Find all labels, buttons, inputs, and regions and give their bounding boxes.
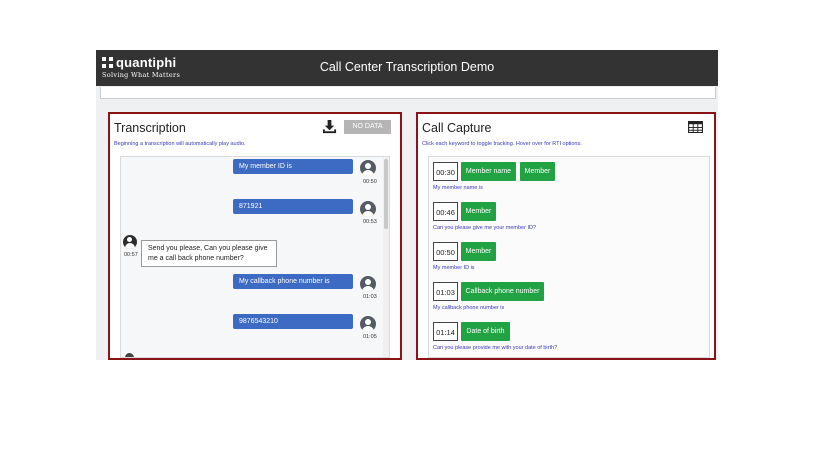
- capture-text: Can you please provide me with your date…: [433, 345, 558, 351]
- agent-message: My callback phone number is: [233, 274, 353, 289]
- capture-time[interactable]: 00:30: [433, 162, 458, 181]
- transcript-list[interactable]: My member ID is 00:50 871921 00:53 00:57…: [120, 156, 390, 358]
- capture-text: My member name is: [433, 185, 483, 191]
- top-header: quantiphi Solving What Matters Call Cent…: [96, 50, 718, 86]
- capture-time[interactable]: 01:03: [433, 282, 458, 301]
- message-time: 00:50: [363, 179, 377, 185]
- transcript-scrollbar[interactable]: [383, 157, 389, 357]
- user-avatar-icon: [123, 235, 137, 249]
- call-capture-heading: Call Capture: [422, 121, 492, 135]
- message-time: 00:53: [363, 219, 377, 225]
- capture-time[interactable]: 00:46: [433, 202, 458, 221]
- transcription-panel: Transcription Beginning a transcription …: [108, 112, 402, 360]
- capture-text: Can you please give me your member ID?: [433, 225, 537, 231]
- call-capture-subtitle: Click each keyword to toggle tracking. H…: [422, 141, 582, 147]
- table-grid-icon[interactable]: [688, 121, 703, 133]
- capture-time[interactable]: 00:50: [433, 242, 458, 261]
- no-data-button[interactable]: NO DATA: [344, 120, 391, 134]
- page-title: Call Center Transcription Demo: [319, 60, 495, 74]
- transcription-heading: Transcription: [114, 121, 186, 135]
- transcription-subtitle: Beginning a transcription will automatic…: [114, 141, 246, 147]
- keyword-button[interactable]: Member: [520, 162, 555, 181]
- caller-message: Send you please, Can you please give me …: [141, 240, 277, 267]
- user-avatar-icon: [360, 276, 376, 292]
- agent-message: 871921: [233, 199, 353, 214]
- scrollbar-thumb[interactable]: [384, 159, 388, 229]
- user-avatar-icon: [125, 353, 134, 357]
- app-window: quantiphi Solving What Matters Call Cent…: [96, 50, 718, 360]
- user-avatar-icon: [360, 201, 376, 217]
- call-capture-panel: Call Capture Click each keyword to toggl…: [416, 112, 716, 360]
- keyword-button[interactable]: Member: [461, 242, 496, 261]
- keyword-button[interactable]: Date of birth: [461, 322, 510, 341]
- keyword-button[interactable]: Member name: [461, 162, 516, 181]
- message-time: 01:03: [363, 294, 377, 300]
- message-time: 00:57: [124, 252, 138, 258]
- capture-text: My callback phone number is: [433, 305, 505, 311]
- keyword-button[interactable]: Member: [461, 202, 496, 221]
- agent-message: 9876543210: [233, 314, 353, 329]
- user-avatar-icon: [360, 316, 376, 332]
- capture-text: My member ID is: [433, 265, 475, 271]
- keyword-button[interactable]: Callback phone number: [461, 282, 544, 301]
- capture-time[interactable]: 01:14: [433, 322, 458, 341]
- download-icon[interactable]: [322, 119, 337, 134]
- call-capture-list[interactable]: 00:30 Member name Member My member name …: [428, 156, 710, 358]
- message-time: 01:05: [363, 334, 377, 340]
- top-input-bar[interactable]: [100, 87, 716, 99]
- user-avatar-icon: [360, 160, 376, 176]
- agent-message: My member ID is: [233, 159, 353, 174]
